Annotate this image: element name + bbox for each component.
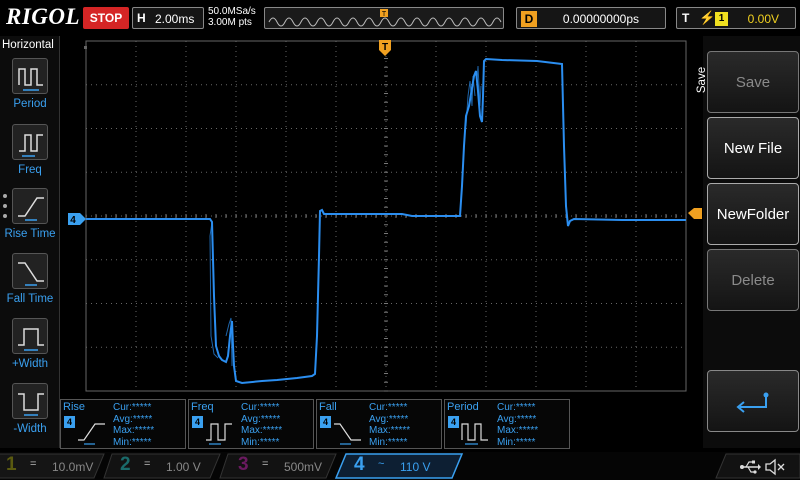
measurement-name: Rise (63, 401, 86, 413)
fall-time-icon (334, 423, 361, 445)
rising-edge-icon: ⚡ (699, 10, 716, 25)
trigger-level: 0.00V (747, 12, 779, 26)
measurement-stats: Cur:***** Avg:***** Max:***** Min:***** (113, 402, 155, 448)
measure-menu: Horizontal Period Freq Rise Time Fall Ti… (0, 36, 60, 448)
menu-item-period[interactable]: Period (0, 58, 60, 122)
sample-rate: 50.0MSa/s (208, 6, 256, 17)
return-arrow-icon (736, 392, 769, 413)
menu-item-label: +Width (11, 358, 49, 370)
svg-text:4: 4 (70, 215, 76, 226)
negative-width-icon (12, 383, 48, 419)
menu-item-label: Period (13, 98, 47, 110)
delay-label: D (521, 11, 537, 27)
channel-scale: 500mV (284, 460, 323, 474)
channel-scale: 10.0mV (52, 460, 94, 474)
svg-text:T: T (382, 11, 387, 18)
menu-item-label: Rise Time (4, 228, 56, 240)
return-button[interactable] (707, 370, 799, 432)
channel-1-tab[interactable]: 1 = 10.0mV (0, 454, 100, 478)
menu-item-freq[interactable]: Freq (0, 124, 60, 188)
trigger-indicator[interactable]: T ⚡ 1 0.00V (676, 7, 796, 29)
coupling-icon: = (30, 458, 37, 470)
menu-item-label: Fall Time (6, 293, 54, 305)
measurement-period[interactable]: Period 4 Cur:***** Avg:***** Max:***** M… (444, 399, 570, 449)
memory-waveform-preview: T (268, 9, 502, 27)
menu-item-label: -Width (13, 423, 47, 435)
menu-item-fall-time[interactable]: Fall Time (0, 253, 60, 317)
menu-item-negative-width[interactable]: -Width (0, 383, 60, 447)
timebase-indicator[interactable]: H 2.00ms (132, 7, 204, 29)
channel-scale: 1.00 V (166, 460, 201, 474)
save-button[interactable]: Save (707, 51, 799, 113)
menu-title: Horizontal (2, 39, 54, 51)
memory-depth: 3.00M pts (208, 17, 252, 28)
fall-time-icon (12, 253, 48, 289)
measurement-channel-badge: 4 (192, 416, 203, 428)
measurement-name: Fall (319, 401, 337, 413)
trigger-position-marker-icon[interactable]: T (379, 40, 391, 56)
timebase-value: 2.00ms (155, 12, 195, 26)
measurement-fall[interactable]: Fall 4 Cur:***** Avg:***** Max:***** Min… (316, 399, 442, 449)
rise-time-icon (12, 188, 48, 224)
menu-item-rise-time[interactable]: Rise Time (0, 188, 60, 252)
channel-bar: 1 = 10.0mV 2 = 1.00 V 3 = 500mV 4 ~ 110 … (0, 452, 800, 480)
delay-value: 0.00000000ps (562, 12, 639, 26)
measurement-channel-badge: 4 (320, 416, 331, 428)
measurement-stats: Cur:***** Avg:***** Max:***** Min:***** (369, 402, 411, 448)
frequency-icon (12, 124, 48, 160)
channel-4-ground-marker[interactable]: 4 (68, 213, 86, 226)
channel-number: 2 (120, 454, 131, 475)
trigger-source-badge: 1 (715, 12, 728, 26)
acquisition-info: 50.0MSa/s 3.00M pts (208, 6, 256, 28)
timebase-label: H (137, 11, 146, 25)
measurement-name: Freq (191, 401, 214, 413)
speaker-mute-icon[interactable] (764, 457, 786, 477)
usb-icon (740, 460, 761, 474)
new-folder-button[interactable]: NewFolder (707, 183, 799, 245)
new-file-button[interactable]: New File (707, 117, 799, 179)
coupling-icon: = (144, 458, 151, 470)
status-bar: RIGOL STOP H 2.00ms 50.0MSa/s 3.00M pts … (0, 0, 800, 36)
measurement-channel-badge: 4 (64, 416, 75, 428)
period-icon (461, 423, 488, 445)
measurement-channel-badge: 4 (448, 416, 459, 428)
coupling-icon: ~ (378, 458, 385, 470)
run-stop-indicator[interactable]: STOP (83, 7, 129, 29)
svg-text:T: T (382, 42, 388, 53)
channel-number: 3 (238, 454, 249, 475)
channel-number: 4 (354, 454, 365, 475)
memory-overview-bar[interactable]: T (264, 7, 504, 29)
trigger-level-marker-icon[interactable] (688, 208, 702, 219)
coupling-icon: = (262, 458, 269, 470)
period-icon (12, 58, 48, 94)
measurement-stats: Cur:***** Avg:***** Max:***** Min:***** (241, 402, 283, 448)
channel-2-tab[interactable]: 2 = 1.00 V (114, 454, 214, 478)
delete-button[interactable]: Delete (707, 249, 799, 311)
menu-item-positive-width[interactable]: +Width (0, 318, 60, 382)
measurement-freq[interactable]: Freq 4 Cur:***** Avg:***** Max:***** Min… (188, 399, 314, 449)
rise-time-icon (78, 423, 105, 445)
channel-3-tab[interactable]: 3 = 500mV (232, 454, 332, 478)
channel-scale: 110 V (400, 460, 431, 474)
channel-4-tab[interactable]: 4 ~ 110 V (348, 454, 458, 478)
frequency-icon (206, 423, 232, 445)
save-menu: Save Save New File NewFolder Delete (696, 36, 800, 448)
measurement-stats: Cur:***** Avg:***** Max:***** Min:***** (497, 402, 539, 448)
measurement-name: Period (447, 401, 479, 413)
menu-item-label: Freq (18, 164, 42, 176)
graticule: 4 T (68, 40, 702, 392)
brand-logo: RIGOL (6, 4, 81, 29)
measurement-rise[interactable]: Rise 4 Cur:***** Avg:***** Max:***** Min… (60, 399, 186, 449)
waveform-display[interactable]: 4 T (62, 36, 702, 399)
channel-number: 1 (6, 454, 17, 475)
trigger-label: T (682, 11, 690, 25)
trigger-delay-indicator[interactable]: D 0.00000000ps (516, 7, 666, 29)
positive-width-icon (12, 318, 48, 354)
